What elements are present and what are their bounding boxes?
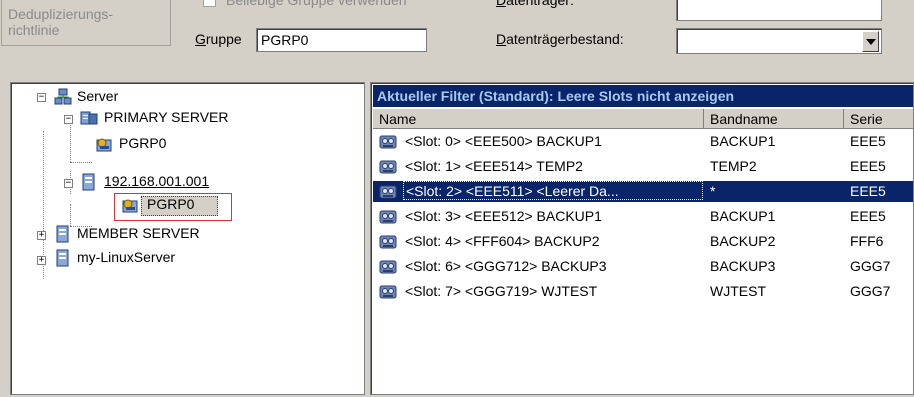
dedup-policy-label-line1: Deduplizierungs- bbox=[8, 6, 114, 22]
cell-bandname: BACKUP2 bbox=[710, 233, 776, 249]
dedup-policy-label-line2: richtlinie bbox=[8, 22, 60, 38]
cell-name: <Slot: 2> <EEE511> <Leerer Da... bbox=[403, 181, 703, 200]
cell-name: <Slot: 4> <FFF604> BACKUP2 bbox=[405, 233, 600, 249]
any-group-label: Beliebige Gruppe verwenden bbox=[226, 0, 407, 8]
cell-name: <Slot: 7> <GGG719> WJTEST bbox=[405, 283, 598, 299]
column-header-serie[interactable]: Serie bbox=[844, 109, 913, 129]
server-icon bbox=[82, 173, 95, 191]
cell-name: <Slot: 1> <EEE514> TEMP2 bbox=[405, 158, 583, 174]
filter-title: Aktueller Filter (Standard): Leere Slots… bbox=[373, 85, 913, 107]
primary-server-icon bbox=[80, 111, 98, 125]
cell-name: <Slot: 0> <EEE500> BACKUP1 bbox=[405, 133, 602, 149]
server-icon bbox=[56, 225, 69, 243]
tape-cartridge-icon bbox=[379, 233, 397, 250]
collapse-server-toggle[interactable]: − bbox=[37, 93, 46, 102]
table-row[interactable]: <Slot: 7> <GGG719> WJTEST WJTEST GGG7 bbox=[373, 281, 913, 302]
cell-serie: FFF6 bbox=[850, 233, 884, 249]
cell-serie: GGG7 bbox=[850, 283, 891, 299]
cell-bandname: TEMP2 bbox=[710, 158, 757, 174]
media-label: Datenträger: bbox=[496, 0, 574, 8]
tape-library-icon bbox=[96, 138, 112, 152]
tape-cartridge-icon bbox=[379, 183, 397, 200]
tape-library-icon bbox=[122, 199, 138, 213]
group-label: Gruppe bbox=[195, 31, 242, 47]
tape-cartridge-icon bbox=[379, 283, 397, 300]
slot-list[interactable]: Aktueller Filter (Standard): Leere Slots… bbox=[370, 82, 914, 395]
cell-name: <Slot: 6> <GGG712> BACKUP3 bbox=[405, 258, 607, 274]
expand-linux-server-toggle[interactable]: + bbox=[37, 256, 46, 265]
dedup-policy-button[interactable]: Deduplizierungs- richtlinie bbox=[1, 0, 171, 46]
table-row[interactable]: <Slot: 4> <FFF604> BACKUP2 BACKUP2 FFF6 bbox=[373, 231, 913, 252]
cell-bandname: BACKUP1 bbox=[710, 208, 776, 224]
group-input[interactable]: PGRP0 bbox=[256, 28, 427, 52]
any-group-checkbox[interactable] bbox=[203, 0, 216, 7]
tree-item-pgrp0-selected[interactable]: PGRP0 bbox=[147, 196, 194, 212]
table-row[interactable]: <Slot: 0> <EEE500> BACKUP1 BACKUP1 EEE5 bbox=[373, 131, 913, 152]
server-icon bbox=[56, 249, 69, 267]
tree-item-linux-server[interactable]: my-LinuxServer bbox=[77, 249, 175, 265]
chevron-down-icon bbox=[865, 38, 876, 45]
tape-cartridge-icon bbox=[379, 158, 397, 175]
collapse-primary-server-toggle[interactable]: − bbox=[64, 115, 73, 124]
media-pool-label: Datenträgerbestand: bbox=[496, 31, 624, 47]
media-input[interactable] bbox=[676, 0, 882, 21]
tape-cartridge-icon bbox=[379, 133, 397, 150]
media-pool-select[interactable] bbox=[676, 28, 882, 54]
tape-cartridge-icon bbox=[379, 208, 397, 225]
table-row[interactable]: <Slot: 6> <GGG712> BACKUP3 BACKUP3 GGG7 bbox=[373, 256, 913, 277]
server-tree[interactable]: − Server − PRIMARY SERVER PGRP0 − 192.16… bbox=[10, 82, 365, 395]
cell-serie: EEE5 bbox=[850, 133, 886, 149]
tree-item-pgrp0-primary[interactable]: PGRP0 bbox=[119, 135, 166, 151]
cell-bandname: WJTEST bbox=[710, 283, 766, 299]
expand-member-server-toggle[interactable]: + bbox=[37, 231, 46, 240]
media-pool-dropdown-button[interactable] bbox=[862, 31, 879, 52]
group-input-value: PGRP0 bbox=[261, 32, 309, 48]
table-row[interactable]: <Slot: 2> <EEE511> <Leerer Da... * EEE5 bbox=[373, 181, 913, 202]
cell-bandname: BACKUP3 bbox=[710, 258, 776, 274]
collapse-ip-server-toggle[interactable]: − bbox=[64, 179, 73, 188]
tree-item-member-server[interactable]: MEMBER SERVER bbox=[77, 225, 200, 241]
tree-item-primary-server[interactable]: PRIMARY SERVER bbox=[104, 109, 229, 125]
column-header-bandname[interactable]: Bandname bbox=[704, 109, 844, 129]
column-header-name[interactable]: Name bbox=[373, 109, 704, 129]
cell-bandname: * bbox=[710, 183, 716, 199]
cell-serie: GGG7 bbox=[850, 258, 891, 274]
cell-bandname: BACKUP1 bbox=[710, 133, 776, 149]
tree-item-ip-server[interactable]: 192.168.001.001 bbox=[104, 173, 209, 189]
table-row[interactable]: <Slot: 3> <EEE512> BACKUP1 BACKUP1 EEE5 bbox=[373, 206, 913, 227]
cell-name: <Slot: 3> <EEE512> BACKUP1 bbox=[405, 208, 602, 224]
cell-serie: EEE5 bbox=[850, 208, 886, 224]
table-row[interactable]: <Slot: 1> <EEE514> TEMP2 TEMP2 EEE5 bbox=[373, 156, 913, 177]
tape-cartridge-icon bbox=[379, 258, 397, 275]
cell-serie: EEE5 bbox=[850, 158, 886, 174]
cell-serie: EEE5 bbox=[850, 183, 886, 199]
tree-item-server[interactable]: Server bbox=[77, 88, 118, 104]
server-group-icon bbox=[54, 88, 72, 105]
